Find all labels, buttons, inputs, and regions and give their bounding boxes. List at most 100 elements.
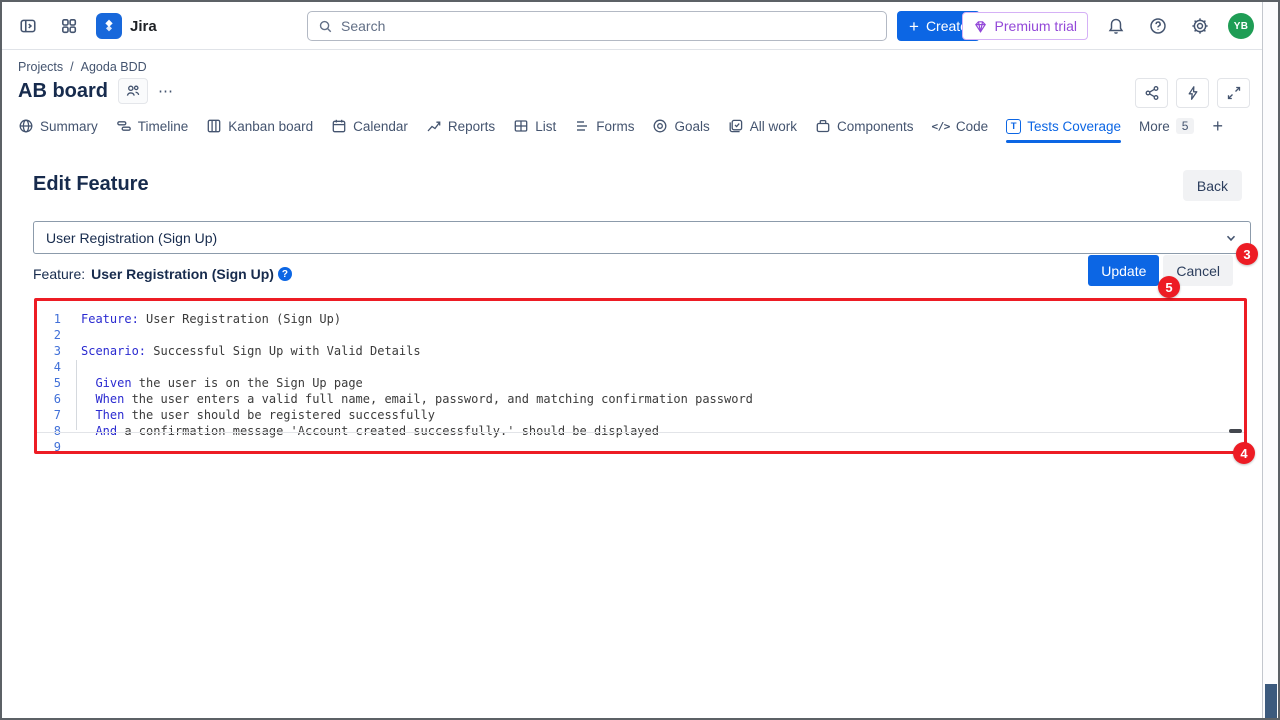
notifications-button[interactable] bbox=[1102, 12, 1130, 40]
tab-summary[interactable]: Summary bbox=[18, 112, 98, 140]
tab-kanban-label: Kanban board bbox=[228, 119, 313, 134]
line-number: 1 bbox=[37, 311, 61, 327]
feature-select-value: User Registration (Sign Up) bbox=[46, 230, 217, 246]
stacked-squares-icon bbox=[728, 118, 744, 134]
expand-icon bbox=[1226, 85, 1242, 101]
premium-trial-label: Premium trial bbox=[995, 18, 1077, 34]
gherkin-keyword: Scenario: bbox=[81, 344, 146, 358]
tab-reports-label: Reports bbox=[448, 119, 495, 134]
gear-icon bbox=[1191, 17, 1209, 35]
tab-list[interactable]: List bbox=[513, 112, 556, 140]
gherkin-editor[interactable]: 1Feature: User Registration (Sign Up) 2 … bbox=[37, 301, 1244, 451]
line-number: 8 bbox=[37, 423, 61, 439]
annotation-badge-5: 5 bbox=[1158, 276, 1180, 298]
gherkin-text: the user should be registered successful… bbox=[124, 408, 435, 422]
jira-home-link[interactable]: Jira bbox=[96, 13, 157, 39]
breadcrumb-projects[interactable]: Projects bbox=[18, 60, 63, 74]
gherkin-keyword: Feature: bbox=[81, 312, 139, 326]
line-number: 6 bbox=[37, 391, 61, 407]
breadcrumb-separator: / bbox=[70, 60, 73, 74]
tab-components-label: Components bbox=[837, 119, 914, 134]
scrollbar-thumb[interactable] bbox=[1265, 684, 1277, 718]
tab-more[interactable]: More 5 bbox=[1139, 112, 1194, 140]
share-button[interactable] bbox=[1135, 78, 1168, 108]
tab-all-work[interactable]: All work bbox=[728, 112, 797, 140]
app-switcher-button[interactable] bbox=[55, 12, 83, 40]
line-number: 4 bbox=[37, 359, 61, 375]
board-tab-bar: Summary Timeline Kanban board bbox=[18, 112, 1262, 140]
tab-tests-coverage[interactable]: T Tests Coverage bbox=[1006, 112, 1121, 140]
fullscreen-button[interactable] bbox=[1217, 78, 1250, 108]
tab-tests-coverage-label: Tests Coverage bbox=[1027, 119, 1121, 134]
page-scrollbar[interactable] bbox=[1262, 2, 1278, 718]
annotation-badge-4: 4 bbox=[1233, 442, 1255, 464]
gherkin-text: the user is on the Sign Up page bbox=[132, 376, 363, 390]
gherkin-keyword: When bbox=[81, 392, 124, 406]
automation-button[interactable] bbox=[1176, 78, 1209, 108]
global-search[interactable] bbox=[307, 11, 887, 41]
tab-calendar[interactable]: Calendar bbox=[331, 112, 408, 140]
tab-goals[interactable]: Goals bbox=[652, 112, 709, 140]
tab-kanban-board[interactable]: Kanban board bbox=[206, 112, 313, 140]
tab-calendar-label: Calendar bbox=[353, 119, 408, 134]
feature-name-label: Feature: User Registration (Sign Up) ? bbox=[33, 266, 292, 282]
gherkin-text: Successful Sign Up with Valid Details bbox=[146, 344, 421, 358]
editor-scrollbar-track bbox=[37, 432, 1244, 433]
globe-icon bbox=[18, 118, 34, 134]
line-number: 2 bbox=[37, 327, 61, 343]
gherkin-keyword: Given bbox=[81, 376, 132, 390]
lines-icon bbox=[574, 118, 590, 134]
breadcrumb: Projects / Agoda BDD bbox=[18, 60, 147, 74]
premium-trial-button[interactable]: Premium trial bbox=[962, 12, 1088, 40]
editor-line: 2 bbox=[37, 327, 1244, 343]
line-number: 3 bbox=[37, 343, 61, 359]
tab-more-label: More bbox=[1139, 119, 1170, 134]
help-button[interactable] bbox=[1144, 12, 1172, 40]
gherkin-text: a confirmation message 'Account created … bbox=[117, 424, 659, 438]
board-columns-icon bbox=[206, 118, 222, 134]
back-button[interactable]: Back bbox=[1183, 170, 1242, 201]
search-input[interactable] bbox=[341, 18, 876, 34]
feature-select[interactable]: User Registration (Sign Up) bbox=[33, 221, 1251, 254]
tab-timeline[interactable]: Timeline bbox=[116, 112, 189, 140]
add-tab-button[interactable]: + bbox=[1212, 116, 1223, 137]
line-number: 9 bbox=[37, 439, 61, 451]
sidebar-toggle-button[interactable] bbox=[14, 12, 42, 40]
update-button[interactable]: Update bbox=[1088, 255, 1159, 286]
timeline-icon bbox=[116, 118, 132, 134]
target-icon bbox=[652, 118, 668, 134]
breadcrumb-project-name[interactable]: Agoda BDD bbox=[81, 60, 147, 74]
indent-guide bbox=[76, 360, 77, 430]
screenshot-frame: Jira + Create bbox=[0, 0, 1280, 720]
editor-line: 5 Given the user is on the Sign Up page bbox=[37, 375, 1244, 391]
tab-code[interactable]: </> Code bbox=[932, 112, 989, 140]
gherkin-keyword: Then bbox=[81, 408, 124, 422]
more-count-badge: 5 bbox=[1176, 118, 1195, 134]
tab-reports[interactable]: Reports bbox=[426, 112, 495, 140]
tab-forms[interactable]: Forms bbox=[574, 112, 634, 140]
editor-line: 8 And a confirmation message 'Account cr… bbox=[37, 423, 1244, 439]
tab-forms-label: Forms bbox=[596, 119, 634, 134]
tab-timeline-label: Timeline bbox=[138, 119, 189, 134]
feature-help-icon[interactable]: ? bbox=[278, 267, 292, 281]
board-more-options[interactable]: ⋯ bbox=[158, 82, 174, 100]
board-members-button[interactable] bbox=[118, 78, 148, 104]
calendar-icon bbox=[331, 118, 347, 134]
topbar-right-group: Premium trial bbox=[962, 2, 1254, 50]
editor-scrollbar-thumb[interactable] bbox=[1229, 429, 1242, 433]
editor-line: 9 bbox=[37, 439, 1244, 451]
search-icon bbox=[318, 19, 333, 34]
tab-components[interactable]: Components bbox=[815, 112, 914, 140]
gherkin-text: the user enters a valid full name, email… bbox=[124, 392, 753, 406]
tab-summary-label: Summary bbox=[40, 119, 98, 134]
settings-button[interactable] bbox=[1186, 12, 1214, 40]
plus-icon: + bbox=[909, 18, 919, 35]
share-icon bbox=[1144, 85, 1160, 101]
tests-coverage-icon: T bbox=[1006, 119, 1021, 134]
annotation-badge-3: 3 bbox=[1236, 243, 1258, 265]
gherkin-text: User Registration (Sign Up) bbox=[139, 312, 341, 326]
table-icon bbox=[513, 118, 529, 134]
bell-icon bbox=[1107, 17, 1125, 35]
board-header-actions bbox=[1135, 78, 1250, 108]
user-avatar[interactable]: YB bbox=[1228, 13, 1254, 39]
